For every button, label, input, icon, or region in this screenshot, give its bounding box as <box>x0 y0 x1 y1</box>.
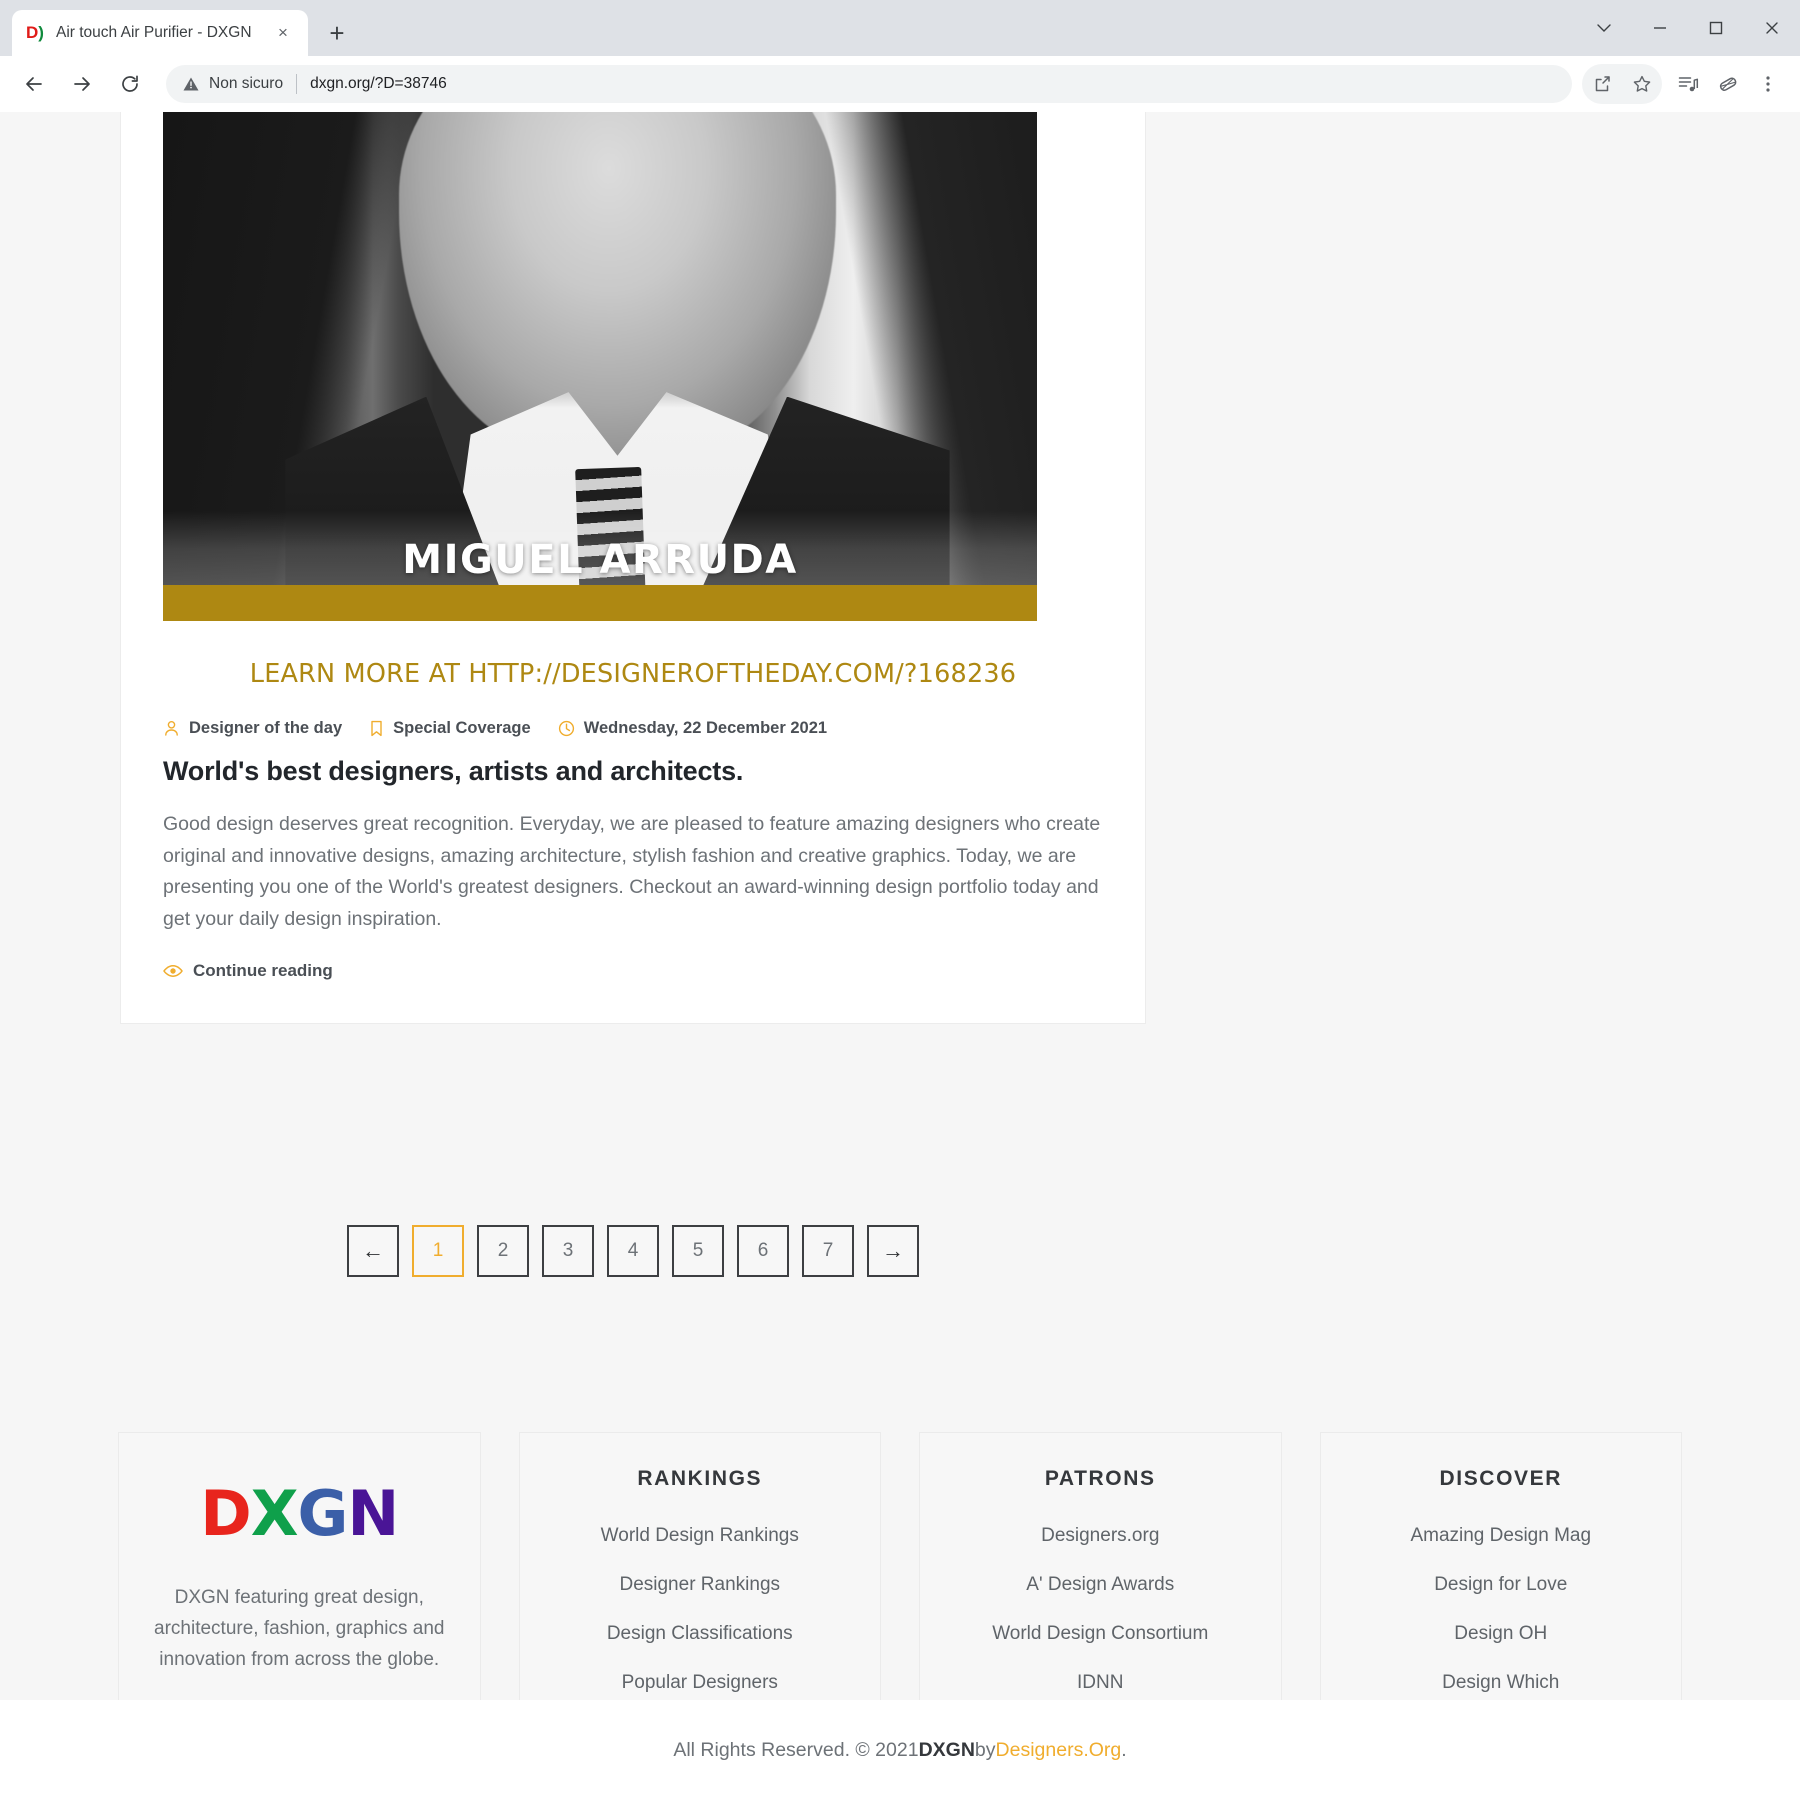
meta-label-coverage: Special Coverage <box>393 719 531 737</box>
browser-titlebar: D) Air touch Air Purifier - DXGN × + <box>0 0 1800 56</box>
maximize-icon[interactable] <box>1688 0 1744 56</box>
security-status-label: Non sicuro <box>209 75 284 92</box>
forward-button-icon[interactable] <box>60 62 104 106</box>
close-window-icon[interactable] <box>1744 0 1800 56</box>
designer-name-overlay: MIGUEL ARRUDA <box>402 537 798 583</box>
footer-link[interactable]: Design for Love <box>1341 1574 1662 1596</box>
article-title: World's best designers, artists and arch… <box>163 756 744 786</box>
more-menu-icon[interactable] <box>1748 64 1788 104</box>
copyright-suffix: . <box>1121 1738 1127 1761</box>
new-tab-button[interactable]: + <box>318 14 356 52</box>
tab-close-icon[interactable]: × <box>270 20 296 46</box>
tab-search-chevron-icon[interactable] <box>1576 0 1632 56</box>
logo-letter-d: D <box>200 1477 251 1550</box>
footer-link[interactable]: Designer Rankings <box>540 1574 861 1596</box>
pagination-page-1[interactable]: 1 <box>412 1225 464 1277</box>
not-secure-warning-icon <box>182 75 200 93</box>
omnibox-divider <box>296 74 298 94</box>
bookmark-star-icon[interactable] <box>1622 64 1662 104</box>
pagination-page-3[interactable]: 3 <box>542 1225 594 1277</box>
brand-description: DXGN featuring great design, architectur… <box>154 1587 445 1670</box>
site-footer: DXGN DXGN featuring great design, archit… <box>0 1312 1800 1800</box>
footer-column-brand: DXGN DXGN featuring great design, archit… <box>118 1432 481 1733</box>
user-icon <box>163 720 180 737</box>
logo-letter-n: N <box>347 1477 399 1550</box>
continue-reading-label: Continue reading <box>193 961 333 981</box>
copyright-middle: by <box>974 1738 996 1761</box>
copyright-partner-link[interactable]: Designers.Org <box>996 1739 1122 1762</box>
footer-column-rankings: RANKINGS World Design Rankings Designer … <box>518 1432 881 1733</box>
hero-gold-bar <box>163 585 1037 621</box>
footer-link[interactable]: Design Classifications <box>540 1623 861 1645</box>
tab-title: Air touch Air Purifier - DXGN <box>56 24 252 41</box>
footer-link[interactable]: World Design Rankings <box>540 1525 861 1547</box>
url-text[interactable]: dxgn.org/?D=38746 <box>310 75 447 93</box>
copyright-brand: DXGN <box>918 1738 975 1761</box>
article-card: MIGUEL ARRUDA LEARN MORE AT HTTP://DESIG… <box>120 112 1146 1025</box>
browser-window: D) Air touch Air Purifier - DXGN × + Non… <box>0 0 1800 1800</box>
pagination-page-2[interactable]: 2 <box>477 1225 529 1277</box>
back-button-icon[interactable] <box>12 62 56 106</box>
clock-icon <box>558 720 575 737</box>
learn-more-link[interactable]: LEARN MORE AT HTTP://DESIGNEROFTHEDAY.CO… <box>163 621 1103 719</box>
logo-letter-g: G <box>297 1477 349 1550</box>
page-viewport: MIGUEL ARRUDA LEARN MORE AT HTTP://DESIG… <box>0 112 1800 1800</box>
window-controls <box>1576 0 1800 56</box>
footer-link[interactable]: IDNN <box>940 1672 1261 1694</box>
copyright-prefix: All Rights Reserved. © 2021 <box>673 1738 919 1761</box>
article-meta-row: Designer of the day Special Coverage Wed… <box>163 719 1103 756</box>
reload-button-icon[interactable] <box>108 62 152 106</box>
pagination-page-7[interactable]: 7 <box>802 1225 854 1277</box>
footer-link[interactable]: Amazing Design Mag <box>1341 1525 1662 1547</box>
footer-link[interactable]: Designers.org <box>940 1525 1261 1547</box>
reading-list-icon[interactable] <box>1668 64 1708 104</box>
footer-columns: DXGN DXGN featuring great design, archit… <box>118 1432 1682 1733</box>
toolbar-icons <box>1582 64 1788 104</box>
address-bar[interactable]: Non sicuro dxgn.org/?D=38746 <box>166 65 1572 103</box>
footer-title-rankings: RANKINGS <box>637 1467 763 1490</box>
extensions-icon[interactable] <box>1708 64 1748 104</box>
footer-title-patrons: PATRONS <box>1044 1467 1156 1490</box>
footer-link[interactable]: World Design Consortium <box>940 1623 1261 1645</box>
footer-link[interactable]: Popular Designers <box>540 1672 861 1694</box>
pagination-prev-button[interactable]: ← <box>347 1225 399 1277</box>
designer-hero-image: MIGUEL ARRUDA <box>163 112 1037 621</box>
meta-label-category: Designer of the day <box>189 719 343 737</box>
minimize-icon[interactable] <box>1632 0 1688 56</box>
pagination-page-4[interactable]: 4 <box>607 1225 659 1277</box>
footer-link[interactable]: Design OH <box>1341 1623 1662 1645</box>
copyright-bar: All Rights Reserved. © 2021 DXGN by Desi… <box>0 1700 1800 1800</box>
pagination-next-button[interactable]: → <box>867 1225 919 1277</box>
site-favicon: D) <box>24 22 46 44</box>
favicon-letter-paren: ) <box>38 23 44 42</box>
meta-item-date: Wednesday, 22 December 2021 <box>558 719 827 738</box>
pagination-page-6[interactable]: 6 <box>737 1225 789 1277</box>
share-icon[interactable] <box>1582 64 1622 104</box>
footer-title-discover: DISCOVER <box>1439 1467 1562 1490</box>
eye-icon <box>163 964 183 978</box>
pagination: ← 1 2 3 4 5 6 7 → <box>120 1225 1146 1277</box>
continue-reading-link[interactable]: Continue reading <box>163 961 1103 1023</box>
footer-column-discover: DISCOVER Amazing Design Mag Design for L… <box>1319 1432 1682 1733</box>
dxgn-logo: DXGN <box>139 1483 460 1545</box>
footer-link[interactable]: Design Which <box>1341 1672 1662 1694</box>
browser-toolbar: Non sicuro dxgn.org/?D=38746 <box>0 56 1800 112</box>
bookmark-icon <box>369 720 384 737</box>
meta-item-coverage[interactable]: Special Coverage <box>369 719 531 738</box>
footer-column-patrons: PATRONS Designers.org A' Design Awards W… <box>919 1432 1282 1733</box>
meta-label-date: Wednesday, 22 December 2021 <box>583 719 828 737</box>
footer-link[interactable]: A' Design Awards <box>940 1574 1261 1596</box>
article-body-text: Good design deserves great recognition. … <box>163 813 1101 930</box>
favicon-letter-d: D <box>26 23 39 42</box>
logo-letter-x: X <box>250 1477 299 1550</box>
pagination-page-5[interactable]: 5 <box>672 1225 724 1277</box>
browser-tab[interactable]: D) Air touch Air Purifier - DXGN × <box>12 10 308 56</box>
meta-item-category[interactable]: Designer of the day <box>163 719 342 738</box>
